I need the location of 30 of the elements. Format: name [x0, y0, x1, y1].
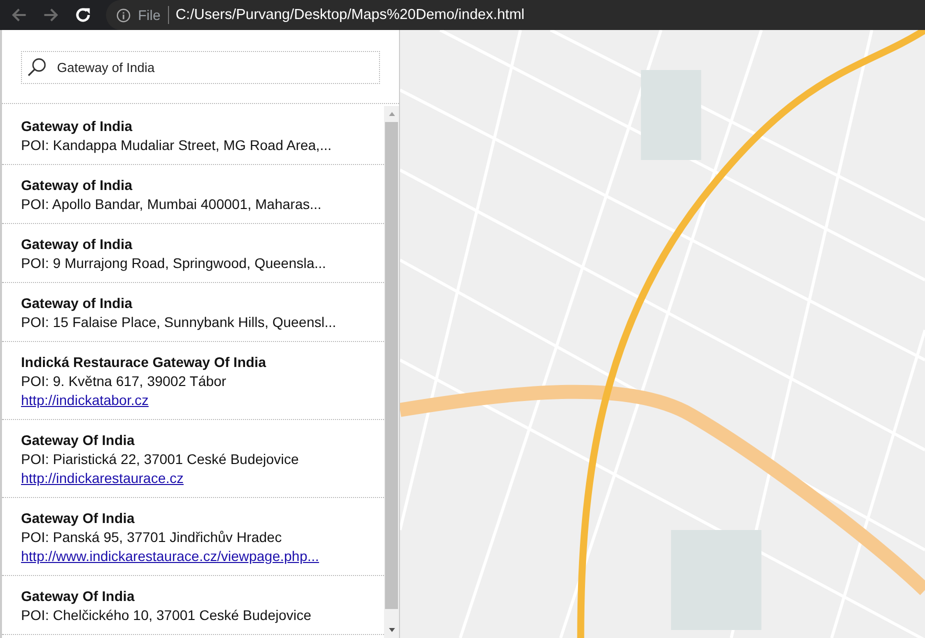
address-bar[interactable]: File C:/Users/Purvang/Desktop/Maps%20Demo/index.html [106, 0, 925, 30]
reload-icon[interactable] [74, 6, 92, 24]
result-address: POI: 9 Murrajong Road, Springwood, Queensla... [21, 254, 326, 273]
result-title: Gateway Of India [21, 431, 135, 450]
result-link[interactable]: http://indickatabor.cz [21, 391, 149, 410]
forward-arrow-icon[interactable] [42, 6, 60, 24]
result-link[interactable]: http://indickarestaurace.cz [21, 469, 184, 488]
result-link[interactable]: http://www.indickarestaurace.cz/viewpage.php... [21, 547, 320, 566]
result-title: Gateway of India [21, 176, 132, 195]
scheme-label: File [138, 7, 161, 23]
result-title: Gateway of India [21, 235, 132, 254]
result-address: POI: Panská 95, 37701 Jindřichův Hradec [21, 528, 282, 547]
info-icon[interactable] [116, 8, 131, 22]
result-address: POI: Kandappa Mudaliar Street, MG Road Area,... [21, 136, 332, 155]
result-title: Gateway of India [21, 294, 132, 313]
url-text: C:/Users/Purvang/Desktop/Maps%20Demo/index.html [176, 7, 525, 23]
result-title: Gateway of India [21, 117, 132, 136]
result-address: POI: Piaristická 22, 37001 Ceské Budejovice [21, 450, 299, 469]
search-field[interactable]: Gateway of India [21, 51, 380, 84]
scrollbar-thumb[interactable] [385, 122, 398, 609]
result-address: POI: Apollo Bandar, Mumbai 400001, Maharas... [21, 195, 322, 214]
result-address: POI: 15 Falaise Place, Sunnybank Hills, Queensl... [21, 313, 336, 332]
result-address: POI: 9. Května 617, 39002 Tábor [21, 372, 226, 391]
result-title: Gateway Of India [21, 509, 135, 528]
scrollbar[interactable] [384, 106, 399, 638]
result-address: POI: Chelčického 10, 37001 Ceské Budejovice [21, 606, 312, 625]
search-icon [27, 57, 47, 77]
back-arrow-icon[interactable] [10, 6, 28, 24]
result-title: Indická Restaurace Gateway Of India [21, 353, 266, 372]
result-title: Gateway Of India [21, 587, 135, 606]
